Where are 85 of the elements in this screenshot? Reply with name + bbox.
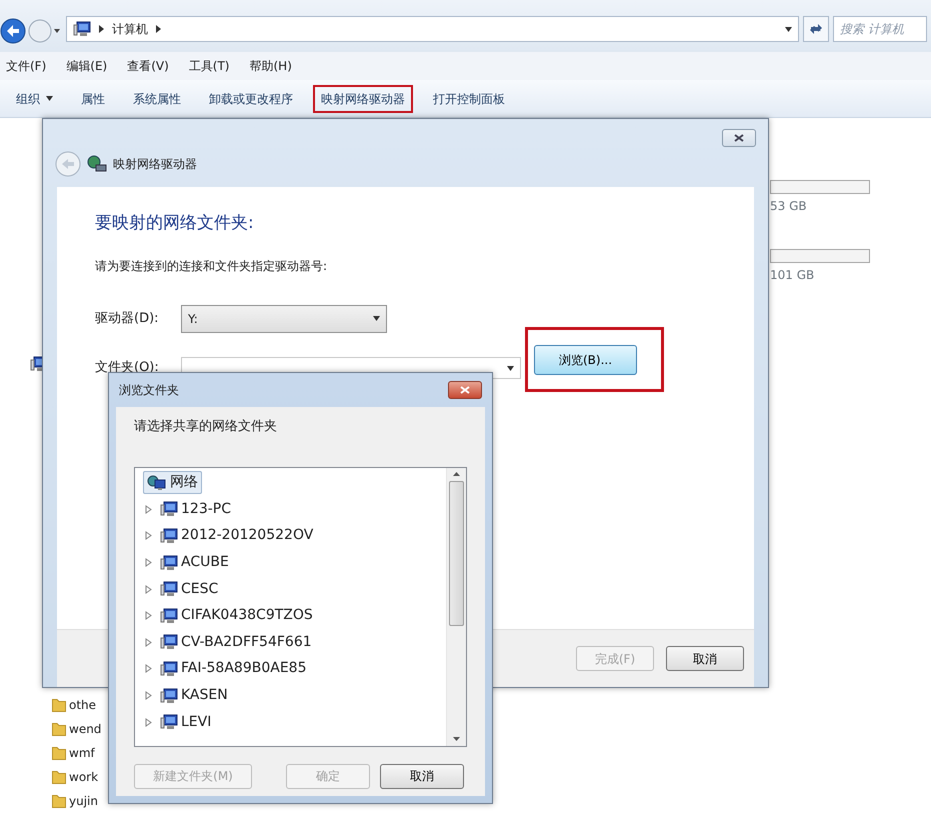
- menu-item[interactable]: 文件(F): [6, 57, 46, 75]
- tree-item[interactable]: FAI-58A89B0AE85: [156, 657, 310, 680]
- folder-name[interactable]: yujin: [69, 792, 98, 810]
- tree-item[interactable]: CESC: [156, 578, 222, 601]
- chevron-icon: [99, 25, 104, 33]
- refresh-icon: [809, 22, 823, 36]
- computer-icon: [160, 688, 178, 704]
- tree-item[interactable]: LEVI: [156, 710, 216, 734]
- folder-name[interactable]: wend: [69, 720, 102, 738]
- instruction-text: 请为要连接到的连接和文件夹指定驱动器号:: [95, 258, 328, 274]
- computer-icon: [160, 660, 178, 677]
- scroll-up-icon[interactable]: [453, 472, 460, 476]
- expand-icon[interactable]: [145, 638, 153, 647]
- expand-icon[interactable]: [145, 664, 153, 674]
- drive-letter-select[interactable]: Y:: [181, 304, 387, 332]
- folder-name[interactable]: wmf: [69, 744, 95, 762]
- scroll-thumb[interactable]: [449, 481, 464, 626]
- folder-icon: [52, 770, 66, 784]
- toolbar-button[interactable]: 打开控制面板: [425, 84, 513, 112]
- computer-icon: [160, 581, 178, 598]
- network-drive-icon: [87, 155, 107, 173]
- expand-icon[interactable]: [145, 611, 153, 620]
- tree-item[interactable]: ACUBE: [156, 551, 233, 574]
- tree-item[interactable]: KASEN: [156, 684, 232, 708]
- back-forward-buttons-icon[interactable]: [0, 16, 62, 46]
- close-icon: [460, 386, 470, 394]
- prompt-text: 请选择共享的网络文件夹: [134, 418, 278, 436]
- folder-icon: [52, 746, 66, 760]
- dialog-title: 映射网络驱动器: [113, 156, 197, 173]
- scrollbar[interactable]: [446, 468, 466, 746]
- tree-item[interactable]: CV-BA2DFF54F661: [156, 630, 316, 654]
- dialog-button[interactable]: 取消: [380, 764, 464, 788]
- menu-item[interactable]: 查看(V): [127, 57, 169, 75]
- tree-item[interactable]: 网络: [143, 471, 202, 494]
- menu-item[interactable]: 帮助(H): [250, 57, 292, 75]
- menu-item[interactable]: 工具(T): [188, 57, 230, 75]
- computer-icon: [160, 501, 178, 518]
- close-button[interactable]: [722, 129, 756, 147]
- tree-item[interactable]: 123-PC: [156, 498, 235, 521]
- browse-button[interactable]: 浏览(B)...: [534, 344, 637, 374]
- dialog-button[interactable]: 取消: [666, 646, 744, 671]
- computer-icon: [73, 21, 91, 37]
- computer-icon: [160, 714, 178, 730]
- folder-name[interactable]: othe: [69, 696, 96, 714]
- tree-item[interactable]: 2012-20120522OV: [156, 524, 318, 548]
- expand-icon[interactable]: [145, 558, 153, 568]
- close-icon: [734, 134, 744, 142]
- network-icon: [147, 474, 167, 491]
- folder-icon: [52, 794, 66, 808]
- expand-icon[interactable]: [145, 531, 153, 540]
- scroll-down-icon[interactable]: [453, 737, 460, 742]
- expand-icon[interactable]: [145, 718, 153, 727]
- search-field[interactable]: 搜索 计算机: [833, 16, 927, 42]
- expand-icon[interactable]: [145, 504, 153, 514]
- computer-icon: [160, 528, 178, 544]
- address-bar[interactable]: 计算机: [66, 16, 799, 42]
- close-button[interactable]: [448, 381, 482, 399]
- chevron-icon: [156, 25, 161, 33]
- caret-icon: [373, 316, 380, 321]
- free-space-text: 101 GB: [770, 267, 814, 284]
- expand-icon[interactable]: [145, 691, 153, 700]
- expand-icon[interactable]: [145, 584, 153, 594]
- toolbar-button[interactable]: 卸载或更改程序: [201, 84, 301, 112]
- toolbar-button[interactable]: 组织: [8, 84, 61, 112]
- folder-icon: [52, 698, 66, 712]
- address-segment[interactable]: 计算机: [112, 20, 148, 38]
- caret-icon: [507, 366, 514, 370]
- back-button-icon[interactable]: [55, 151, 81, 177]
- toolbar-button[interactable]: 系统属性: [125, 84, 189, 112]
- folder-name[interactable]: work: [69, 768, 98, 786]
- field-label: 驱动器(D):: [95, 310, 160, 328]
- toolbar-button[interactable]: 属性: [73, 84, 113, 112]
- folder-icon: [52, 722, 66, 736]
- field-label: 文件夹(O):: [95, 359, 160, 378]
- free-space-text: 53 GB: [770, 198, 807, 215]
- refresh-button[interactable]: [803, 16, 829, 42]
- computer-icon: [160, 634, 178, 650]
- menu-item[interactable]: 编辑(E): [66, 57, 108, 75]
- dialog-title: 浏览文件夹: [119, 382, 179, 399]
- computer-icon: [160, 608, 178, 624]
- toolbar-button[interactable]: 映射网络驱动器: [313, 84, 413, 112]
- computer-icon: [160, 554, 178, 571]
- dialog-heading: 要映射的网络文件夹:: [95, 212, 255, 235]
- tree-item[interactable]: CIFAK0438C9TZOS: [156, 604, 317, 628]
- dropdown-caret-icon: [785, 26, 792, 32]
